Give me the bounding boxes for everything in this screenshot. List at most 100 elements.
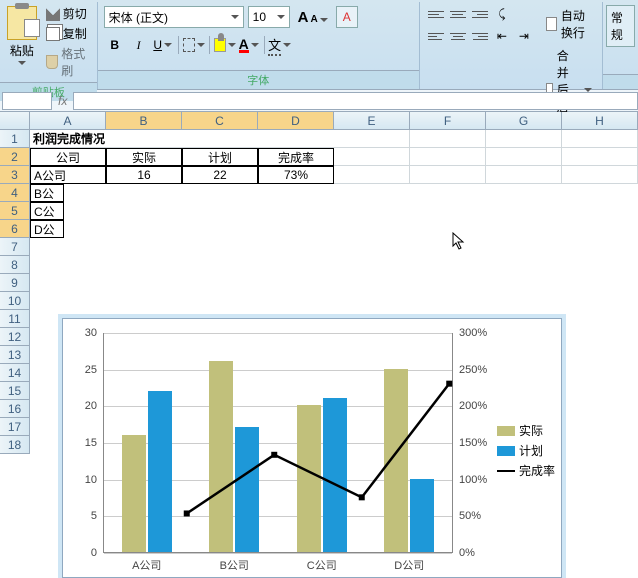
cell[interactable] — [334, 130, 410, 148]
chevron-down-icon — [228, 43, 236, 47]
clear-format-button[interactable]: A — [336, 6, 358, 28]
cell[interactable] — [410, 130, 486, 148]
title-cell[interactable]: 利润完成情况 — [30, 130, 334, 148]
row-header[interactable]: 2 — [0, 148, 30, 166]
row-header[interactable]: 15 — [0, 382, 30, 400]
paste-button[interactable]: 粘贴 — [2, 4, 42, 80]
col-header[interactable]: G — [486, 112, 562, 130]
x-tick-label: C公司 — [278, 557, 366, 573]
row-header[interactable]: 14 — [0, 364, 30, 382]
cell[interactable]: A公司 — [30, 166, 106, 184]
row-header[interactable]: 1 — [0, 130, 30, 148]
cut-button[interactable]: 剪切 — [44, 4, 95, 23]
row-header[interactable]: 17 — [0, 418, 30, 436]
font-group: 宋体 (正文) 10 AA A B I U A 文 字体 — [98, 2, 420, 89]
cell[interactable]: C公 — [30, 202, 64, 220]
cell[interactable]: D公 — [30, 220, 64, 238]
sheet-row: 2公司实际计划完成率 — [0, 148, 638, 166]
row-header[interactable]: 8 — [0, 256, 30, 274]
bold-button[interactable]: B — [104, 34, 126, 56]
row-header[interactable]: 12 — [0, 328, 30, 346]
embedded-chart[interactable]: 051015202530 0%50%100%150%200%250%300% A… — [62, 318, 562, 578]
align-group: ⤹ ⇤ ⇥ 自动换行 合并后居中 对齐方式 — [420, 2, 603, 89]
cell[interactable]: 73% — [258, 166, 334, 184]
font-size-combo[interactable]: 10 — [248, 6, 290, 28]
cell[interactable] — [410, 148, 486, 166]
formula-bar: fx — [0, 90, 638, 112]
cell[interactable] — [486, 148, 562, 166]
legend-item: 计划 — [497, 442, 555, 459]
name-box[interactable] — [2, 92, 52, 110]
sheet-row: 1利润完成情况 — [0, 130, 638, 148]
paste-icon — [7, 6, 37, 40]
legend-swatch — [497, 470, 515, 472]
format-painter-button[interactable]: 格式刷 — [44, 44, 95, 80]
cell[interactable] — [410, 166, 486, 184]
cell[interactable]: 完成率 — [258, 148, 334, 166]
cell[interactable] — [562, 130, 638, 148]
chevron-down-icon — [164, 43, 172, 47]
cell[interactable] — [562, 166, 638, 184]
cell[interactable] — [562, 148, 638, 166]
decrease-indent-button[interactable]: ⇤ — [492, 27, 512, 45]
formula-input[interactable] — [73, 92, 638, 110]
ribbon: 粘贴 剪切 复制 格式刷 剪贴板 宋体 (正文) 10 AA A B I U — [0, 0, 638, 90]
border-button[interactable] — [183, 34, 205, 56]
increase-indent-button[interactable]: ⇥ — [514, 27, 534, 45]
fill-color-button[interactable] — [214, 34, 236, 56]
align-right-button[interactable] — [470, 27, 490, 45]
cell[interactable]: 计划 — [182, 148, 258, 166]
italic-button[interactable]: I — [128, 34, 150, 56]
col-header[interactable]: H — [562, 112, 638, 130]
font-name-combo[interactable]: 宋体 (正文) — [104, 6, 244, 28]
select-all-corner[interactable] — [0, 112, 30, 130]
plot-area — [103, 333, 453, 553]
row-header[interactable]: 9 — [0, 274, 30, 292]
chevron-down-icon — [231, 15, 239, 19]
underline-button[interactable]: U — [152, 34, 174, 56]
cell[interactable]: 实际 — [106, 148, 182, 166]
col-header[interactable]: D — [258, 112, 334, 130]
font-color-button[interactable]: A — [238, 34, 260, 56]
number-group-label — [603, 74, 638, 89]
cell[interactable] — [334, 166, 410, 184]
col-header[interactable]: A — [30, 112, 106, 130]
align-center-button[interactable] — [448, 27, 468, 45]
row-header[interactable]: 6 — [0, 220, 30, 238]
align-top-button[interactable] — [426, 5, 446, 23]
cell[interactable]: 公司 — [30, 148, 106, 166]
cell[interactable]: 16 — [106, 166, 182, 184]
cell[interactable]: 22 — [182, 166, 258, 184]
row-header[interactable]: 10 — [0, 292, 30, 310]
phonetic-button[interactable]: 文 — [269, 34, 291, 56]
col-header[interactable]: C — [182, 112, 258, 130]
row-header[interactable]: 18 — [0, 436, 30, 454]
row-header[interactable]: 4 — [0, 184, 30, 202]
number-format-button[interactable]: 常规 — [606, 5, 635, 47]
row-header[interactable]: 13 — [0, 346, 30, 364]
align-left-button[interactable] — [426, 27, 446, 45]
y-axis: 051015202530 — [67, 333, 99, 553]
sheet-row: 6D公 — [0, 220, 638, 238]
align-middle-button[interactable] — [448, 5, 468, 23]
col-header[interactable]: E — [334, 112, 410, 130]
cell[interactable] — [334, 148, 410, 166]
copy-button[interactable]: 复制 — [44, 24, 95, 43]
chevron-down-icon — [320, 18, 328, 22]
col-header[interactable]: B — [106, 112, 182, 130]
fx-label: fx — [58, 94, 67, 108]
chevron-down-icon — [277, 15, 285, 19]
row-header[interactable]: 7 — [0, 238, 30, 256]
cell[interactable] — [486, 130, 562, 148]
row-header[interactable]: 3 — [0, 166, 30, 184]
cell[interactable] — [486, 166, 562, 184]
row-header[interactable]: 16 — [0, 400, 30, 418]
col-header[interactable]: F — [410, 112, 486, 130]
cell[interactable]: B公 — [30, 184, 64, 202]
orientation-button[interactable]: ⤹ — [492, 5, 512, 23]
row-header[interactable]: 5 — [0, 202, 30, 220]
align-bottom-button[interactable] — [470, 5, 490, 23]
wrap-text-button[interactable]: 自动换行 — [542, 5, 596, 43]
row-header[interactable]: 11 — [0, 310, 30, 328]
font-grow-shrink[interactable]: AA — [294, 9, 332, 26]
